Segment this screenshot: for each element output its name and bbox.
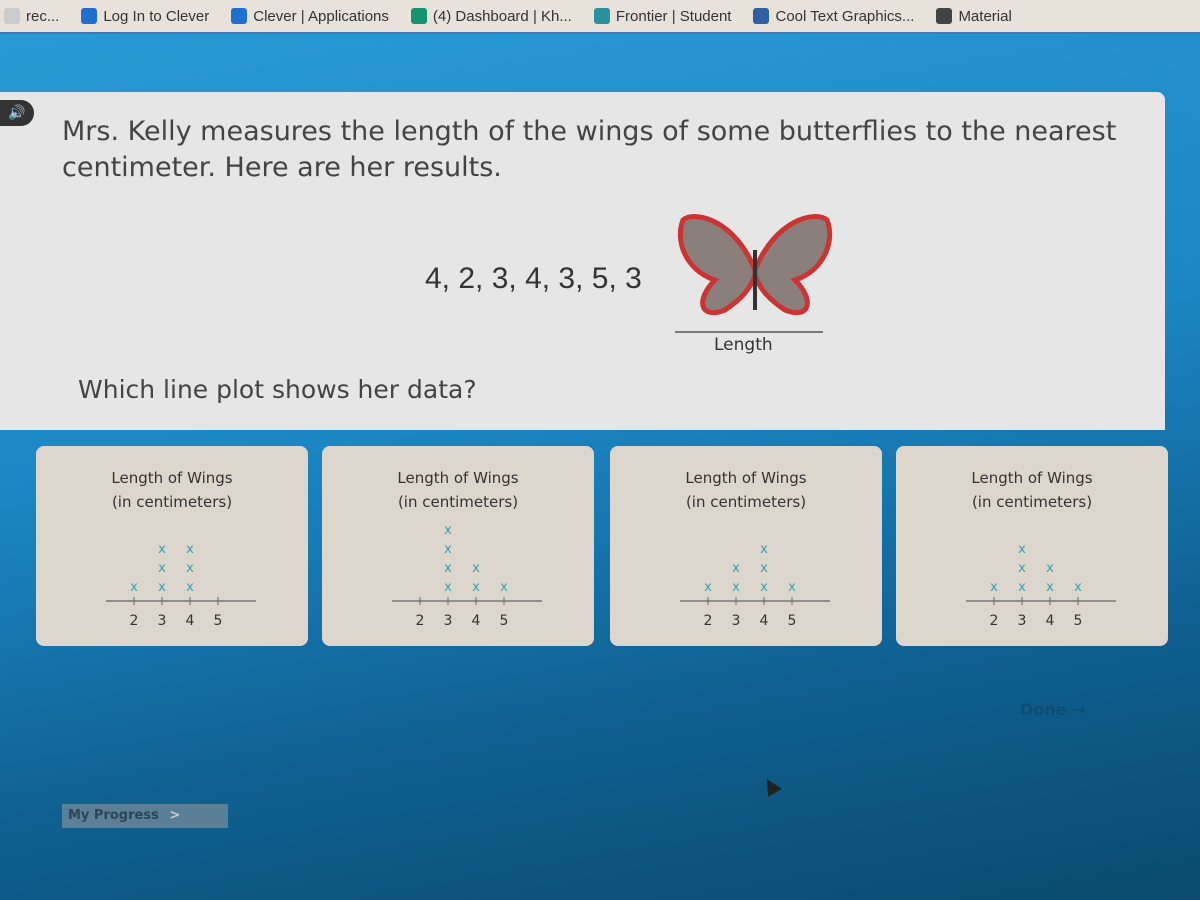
plot-x-mark: x <box>760 580 768 595</box>
bookmark-item[interactable]: Material <box>936 7 1012 25</box>
frontier-icon <box>593 8 610 24</box>
plot-x-mark: x <box>500 580 508 595</box>
plot-x-mark: x <box>186 542 194 557</box>
plot-x-mark: x <box>472 561 480 576</box>
data-values: 4, 2, 3, 4, 3, 5, 3 <box>425 262 642 295</box>
tick-label: 2 <box>130 613 139 629</box>
plot-x-mark: x <box>704 580 712 595</box>
bookmark-label: Material <box>958 7 1012 25</box>
bookmark-item[interactable]: (4) Dashboard | Kh... <box>410 7 572 25</box>
plot-x-mark: x <box>444 561 452 576</box>
done-button[interactable]: Done → <box>1020 700 1086 719</box>
line-plot: 2x3xxx4xxx5 <box>106 542 256 629</box>
chevron-right-icon: > <box>169 808 181 823</box>
bookmark-item[interactable]: Clever | Applications <box>231 8 389 25</box>
plot-x-mark: x <box>1074 580 1082 595</box>
plot-x-mark: x <box>760 561 768 576</box>
bookmark-icon <box>4 8 20 24</box>
clever-icon <box>81 8 98 24</box>
plot-x-mark: x <box>444 580 452 595</box>
answer-option-3[interactable]: Length of Wings (in centimeters) 2x3xx4xx… <box>610 446 882 646</box>
question-ask: Which line plot shows her data? <box>78 375 477 404</box>
tick-label: 5 <box>500 613 509 629</box>
butterfly-image <box>675 214 833 333</box>
speaker-icon[interactable]: 🔊 <box>0 100 34 126</box>
my-progress-button[interactable]: My Progress > <box>62 804 228 828</box>
plot-x-mark: x <box>760 542 768 557</box>
plot-x-mark: x <box>732 561 740 576</box>
plot-x-mark: x <box>1018 561 1026 576</box>
tick-label: 3 <box>158 613 167 629</box>
plot-x-mark: x <box>444 542 452 557</box>
answer-option-1[interactable]: Length of Wings (in centimeters) 2x3xxx4x… <box>36 446 308 646</box>
plot-x-mark: x <box>130 580 138 595</box>
plot-x-mark: x <box>186 561 194 576</box>
cooltext-icon <box>753 8 770 24</box>
plot-x-mark: x <box>990 580 998 595</box>
tick-label: 4 <box>760 613 769 629</box>
tick-label: 4 <box>1046 613 1055 629</box>
tick-label: 2 <box>990 613 999 629</box>
plot-x-mark: x <box>186 580 194 595</box>
answer-option-2[interactable]: Length of Wings (in centimeters) 23xxxx4x… <box>322 446 594 646</box>
tick-label: 5 <box>1074 613 1083 629</box>
length-label: Length <box>714 335 773 355</box>
plot-x-mark: x <box>1046 580 1054 595</box>
bookmark-item[interactable]: Frontier | Student <box>593 7 732 25</box>
tick-label: 2 <box>704 613 713 629</box>
bookmark-label: (4) Dashboard | Kh... <box>432 7 572 25</box>
bookmark-label: rec... <box>26 7 60 25</box>
tick-label: 3 <box>444 613 453 629</box>
bookmark-label: Clever | Applications <box>253 7 389 25</box>
question-prompt: Mrs. Kelly measures the length of the wi… <box>62 116 1117 183</box>
tick-label: 5 <box>788 613 797 629</box>
khan-icon <box>410 8 427 24</box>
plot-x-mark: x <box>472 580 480 595</box>
grid-icon <box>936 8 953 24</box>
clever-icon <box>231 8 248 24</box>
plot-x-mark: x <box>1018 542 1026 557</box>
plot-x-mark: x <box>158 580 166 595</box>
bookmark-label: Frontier | Student <box>615 7 732 25</box>
tick-label: 4 <box>186 613 195 629</box>
tick-label: 3 <box>1018 613 1027 629</box>
plot-x-mark: x <box>1046 561 1054 576</box>
bookmark-label: Log In to Clever <box>103 7 210 25</box>
plot-x-mark: x <box>158 542 166 557</box>
my-progress-label: My Progress <box>68 808 159 823</box>
answer-option-4[interactable]: Length of Wings (in centimeters) 2x3xxx4x… <box>896 446 1168 646</box>
bookmark-item[interactable]: Cool Text Graphics... <box>753 8 914 25</box>
tick-label: 4 <box>472 613 481 629</box>
plot-x-mark: x <box>444 523 452 538</box>
line-plot: 2x3xx4xxx5x <box>680 542 830 629</box>
mouse-cursor-icon <box>760 775 782 797</box>
plot-x-mark: x <box>732 580 740 595</box>
plot-x-mark: x <box>1018 580 1026 595</box>
tick-label: 3 <box>732 613 741 629</box>
bookmark-item[interactable]: Log In to Clever <box>81 8 209 25</box>
line-plot: 2 3xxxx4xx5x <box>392 523 542 629</box>
bookmark-item[interactable]: rec... <box>4 8 59 25</box>
bookmark-label: Cool Text Graphics... <box>775 7 915 25</box>
plot-x-mark: x <box>788 580 796 595</box>
plot-x-mark: x <box>158 561 166 576</box>
tick-label: 5 <box>214 613 223 629</box>
bookmarks-bar: rec... Log In to Clever Clever | Applicati… <box>0 0 1200 34</box>
tick-label: 2 <box>416 613 425 629</box>
line-plot: 2x3xxx4xx5x <box>966 542 1116 629</box>
